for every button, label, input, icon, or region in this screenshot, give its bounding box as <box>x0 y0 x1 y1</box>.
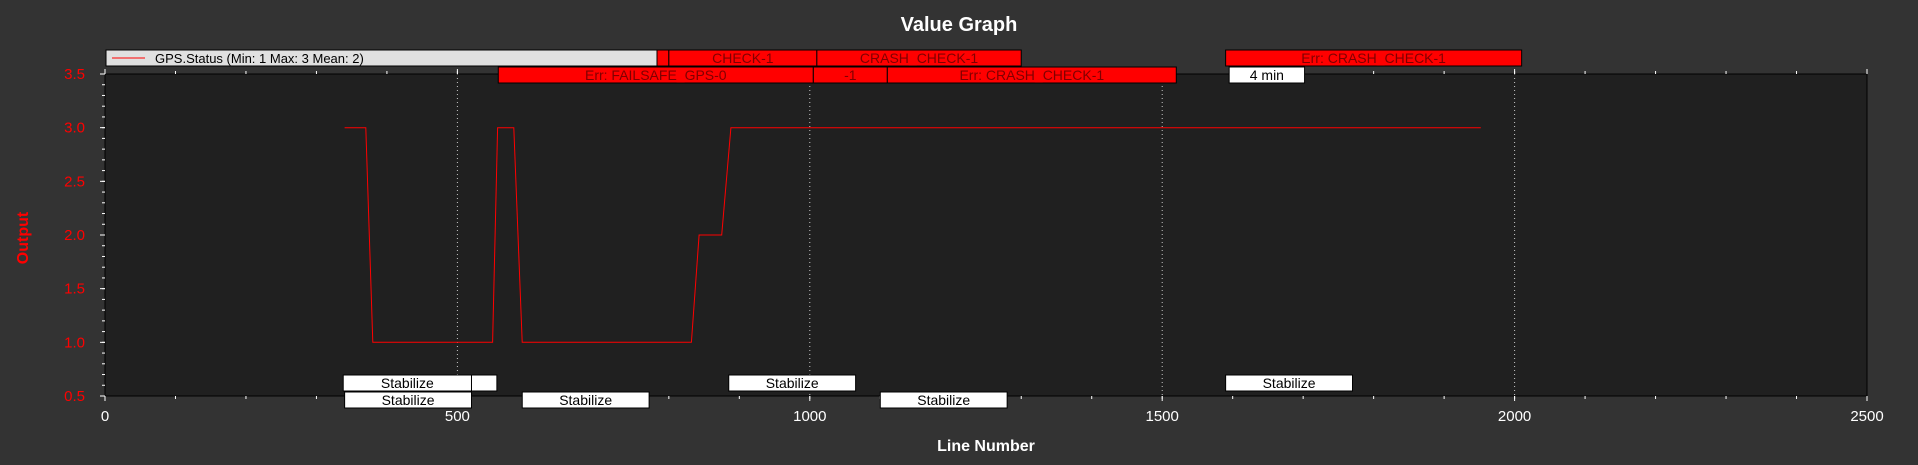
x-tick-label: 500 <box>445 408 470 425</box>
error-annotation-label: Err: CRASH_CHECK-1 <box>1301 50 1446 66</box>
chart-title: Value Graph <box>901 14 1018 36</box>
mode-annotation-label: Stabilize <box>1263 375 1316 391</box>
error-annotation-label: Err: FAILSAFE_GPS-0 <box>585 67 727 83</box>
mode-annotation-label: Stabilize <box>381 375 434 391</box>
mode-annotation-label: Stabilize <box>382 392 435 408</box>
legend[interactable]: GPS.Status (Min: 1 Max: 3 Mean: 2) <box>105 49 658 67</box>
y-tick-label: 2.0 <box>64 227 85 244</box>
y-tick-label: 2.5 <box>64 173 85 190</box>
mode-annotation-label: Stabilize <box>917 392 970 408</box>
y-tick-label: 0.5 <box>64 388 85 405</box>
x-tick-label: 2000 <box>1498 408 1531 425</box>
value-graph-chart: Value Graph 0.5 1.0 1.5 2.0 2.5 3.0 3.5 0 500 100… <box>0 0 1918 465</box>
mode-annotation-box <box>470 374 498 392</box>
x-tick-label: 1000 <box>793 408 826 425</box>
y-tick-label: 3.0 <box>64 120 85 137</box>
x-tick-label: 2500 <box>1850 408 1883 425</box>
error-annotation-label: CHECK-1 <box>712 50 774 66</box>
y-axis-label: Output <box>15 211 32 264</box>
x-tick-label: 1500 <box>1146 408 1179 425</box>
legend-label: GPS.Status (Min: 1 Max: 3 Mean: 2) <box>155 51 364 66</box>
mode-annotation-label: Stabilize <box>766 375 819 391</box>
y-tick-label: 1.5 <box>64 281 85 298</box>
y-tick-label: 1.0 <box>64 334 85 351</box>
mode-annotation-label: Stabilize <box>559 392 612 408</box>
time-marker-label: 4 min <box>1250 67 1284 83</box>
error-annotation-label: Err: CRASH_CHECK-1 <box>959 67 1104 83</box>
x-axis-label: Line Number <box>937 438 1035 455</box>
y-tick-label: 3.5 <box>64 66 85 83</box>
error-annotation-label: CRASH_CHECK-1 <box>860 50 978 66</box>
error-annotation-label: -1 <box>844 67 857 83</box>
x-tick-label: 0 <box>101 408 109 425</box>
